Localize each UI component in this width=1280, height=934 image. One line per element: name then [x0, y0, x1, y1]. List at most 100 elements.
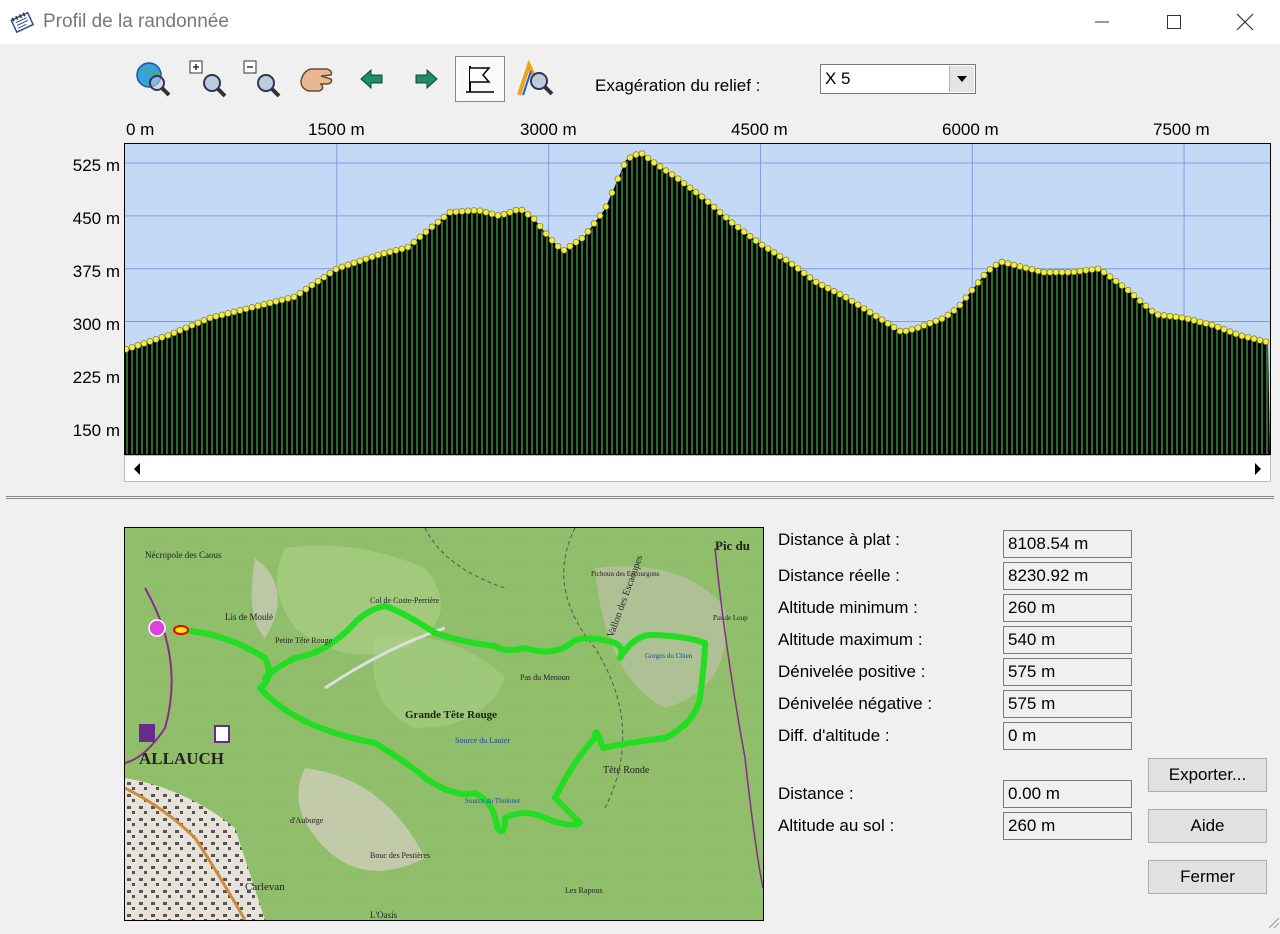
flag-profile-icon — [466, 66, 494, 93]
exaggeration-value: X 5 — [825, 69, 851, 88]
y-tick-label: 375 m — [72, 262, 120, 281]
stat-label: Diff. d'altitude : — [778, 726, 890, 745]
profile-point — [1100, 268, 1108, 276]
profile-mode-button[interactable] — [455, 56, 505, 102]
profile-point — [500, 210, 508, 218]
profile-point — [302, 285, 310, 293]
map-label: ALLAUCH — [139, 749, 224, 768]
profile-point — [1238, 332, 1246, 340]
scroll-right-button[interactable] — [1246, 456, 1270, 481]
profile-point — [956, 301, 964, 309]
stat-ascent-field: 575 m — [1003, 658, 1132, 686]
profile-point — [536, 222, 544, 230]
profile-point — [320, 273, 328, 281]
maximize-button[interactable] — [1139, 0, 1209, 44]
profile-point — [218, 311, 226, 319]
profile-point — [614, 175, 622, 183]
profile-point — [932, 317, 940, 325]
profile-point — [1148, 307, 1156, 315]
globe-zoom-button[interactable] — [131, 57, 175, 101]
scroll-right-icon — [1255, 462, 1261, 475]
profile-point — [362, 255, 370, 263]
profile-point — [554, 243, 562, 250]
profile-point — [146, 338, 154, 345]
profile-point — [524, 211, 532, 218]
minimize-icon — [1095, 21, 1109, 23]
stat-label: Altitude au sol : — [778, 816, 895, 835]
profile-point — [1208, 321, 1216, 329]
profile-point — [1190, 317, 1198, 324]
profile-point — [1094, 265, 1102, 273]
profile-point — [830, 288, 838, 295]
profile-point — [752, 237, 760, 245]
profile-point — [530, 215, 538, 223]
globe-zoom-icon — [136, 62, 171, 97]
hiker-zoom-icon — [517, 59, 554, 96]
profile-point — [638, 150, 646, 157]
profile-point — [764, 245, 772, 253]
map-label: d'Auburge — [290, 816, 324, 825]
next-button[interactable] — [404, 57, 448, 101]
zoom-in-icon — [189, 60, 227, 98]
window-title: Profil de la randonnée — [43, 11, 229, 32]
maximize-icon — [1167, 15, 1181, 29]
profile-point — [440, 213, 448, 221]
profile-point — [1184, 315, 1192, 323]
y-tick-label: 300 m — [72, 315, 120, 334]
profile-point — [950, 307, 958, 314]
map-label: Nécropole des Caous — [145, 550, 222, 560]
profile-point — [770, 249, 778, 256]
map-label: Petite Tête Rouge — [275, 636, 333, 645]
profile-point — [788, 260, 796, 268]
y-tick-label: 450 m — [72, 209, 120, 228]
hiker-zoom-button[interactable] — [513, 57, 557, 101]
profile-point — [254, 302, 262, 310]
chevron-down-icon — [957, 76, 967, 82]
dropdown-button[interactable] — [949, 66, 974, 92]
profile-point — [758, 241, 766, 249]
y-tick-label: 150 m — [72, 421, 120, 440]
export-button[interactable]: Exporter... — [1148, 758, 1267, 792]
map-label: Col de Coste-Perrière — [370, 596, 440, 605]
profile-point — [806, 274, 814, 281]
zoom-out-icon — [243, 60, 281, 98]
profile-point — [980, 271, 988, 279]
minimize-button[interactable] — [1067, 0, 1137, 44]
profile-point — [926, 319, 934, 327]
exaggeration-select[interactable]: X 5 — [820, 64, 976, 94]
profile-point — [608, 189, 616, 197]
topographic-map[interactable]: Pic du Nécropole des Caous Lis de Moulé … — [124, 527, 764, 921]
stat-label: Altitude minimum : — [778, 598, 918, 617]
profile-point — [212, 313, 220, 320]
horizontal-scrollbar[interactable] — [124, 455, 1271, 482]
profile-point — [896, 327, 904, 335]
profile-point — [734, 223, 742, 231]
profile-point — [668, 171, 676, 178]
profile-point — [230, 308, 238, 316]
profile-point — [812, 278, 820, 286]
close-button[interactable]: Fermer — [1148, 860, 1267, 894]
notepad-icon — [10, 11, 35, 34]
profile-point — [542, 230, 550, 238]
stat-altitude-diff-field: 0 m — [1003, 722, 1132, 750]
profile-point — [1124, 286, 1132, 294]
close-window-button[interactable] — [1210, 0, 1280, 44]
profile-point — [908, 326, 916, 333]
previous-button[interactable] — [350, 57, 394, 101]
elevation-profile-chart[interactable] — [124, 143, 1271, 455]
profile-point — [680, 180, 688, 187]
profile-point — [1112, 277, 1120, 285]
help-button[interactable]: Aide — [1148, 809, 1267, 843]
profile-point — [1256, 337, 1264, 344]
scroll-left-button[interactable] — [125, 456, 149, 481]
pan-button[interactable] — [295, 57, 339, 101]
profile-point — [560, 246, 568, 254]
profile-point — [314, 277, 322, 285]
profile-point — [920, 322, 928, 329]
profile-point — [1004, 260, 1012, 267]
profile-point — [470, 207, 478, 214]
profile-point — [710, 203, 718, 211]
resize-grip[interactable] — [1266, 915, 1280, 929]
zoom-out-button[interactable] — [240, 57, 284, 101]
zoom-in-button[interactable] — [186, 57, 230, 101]
